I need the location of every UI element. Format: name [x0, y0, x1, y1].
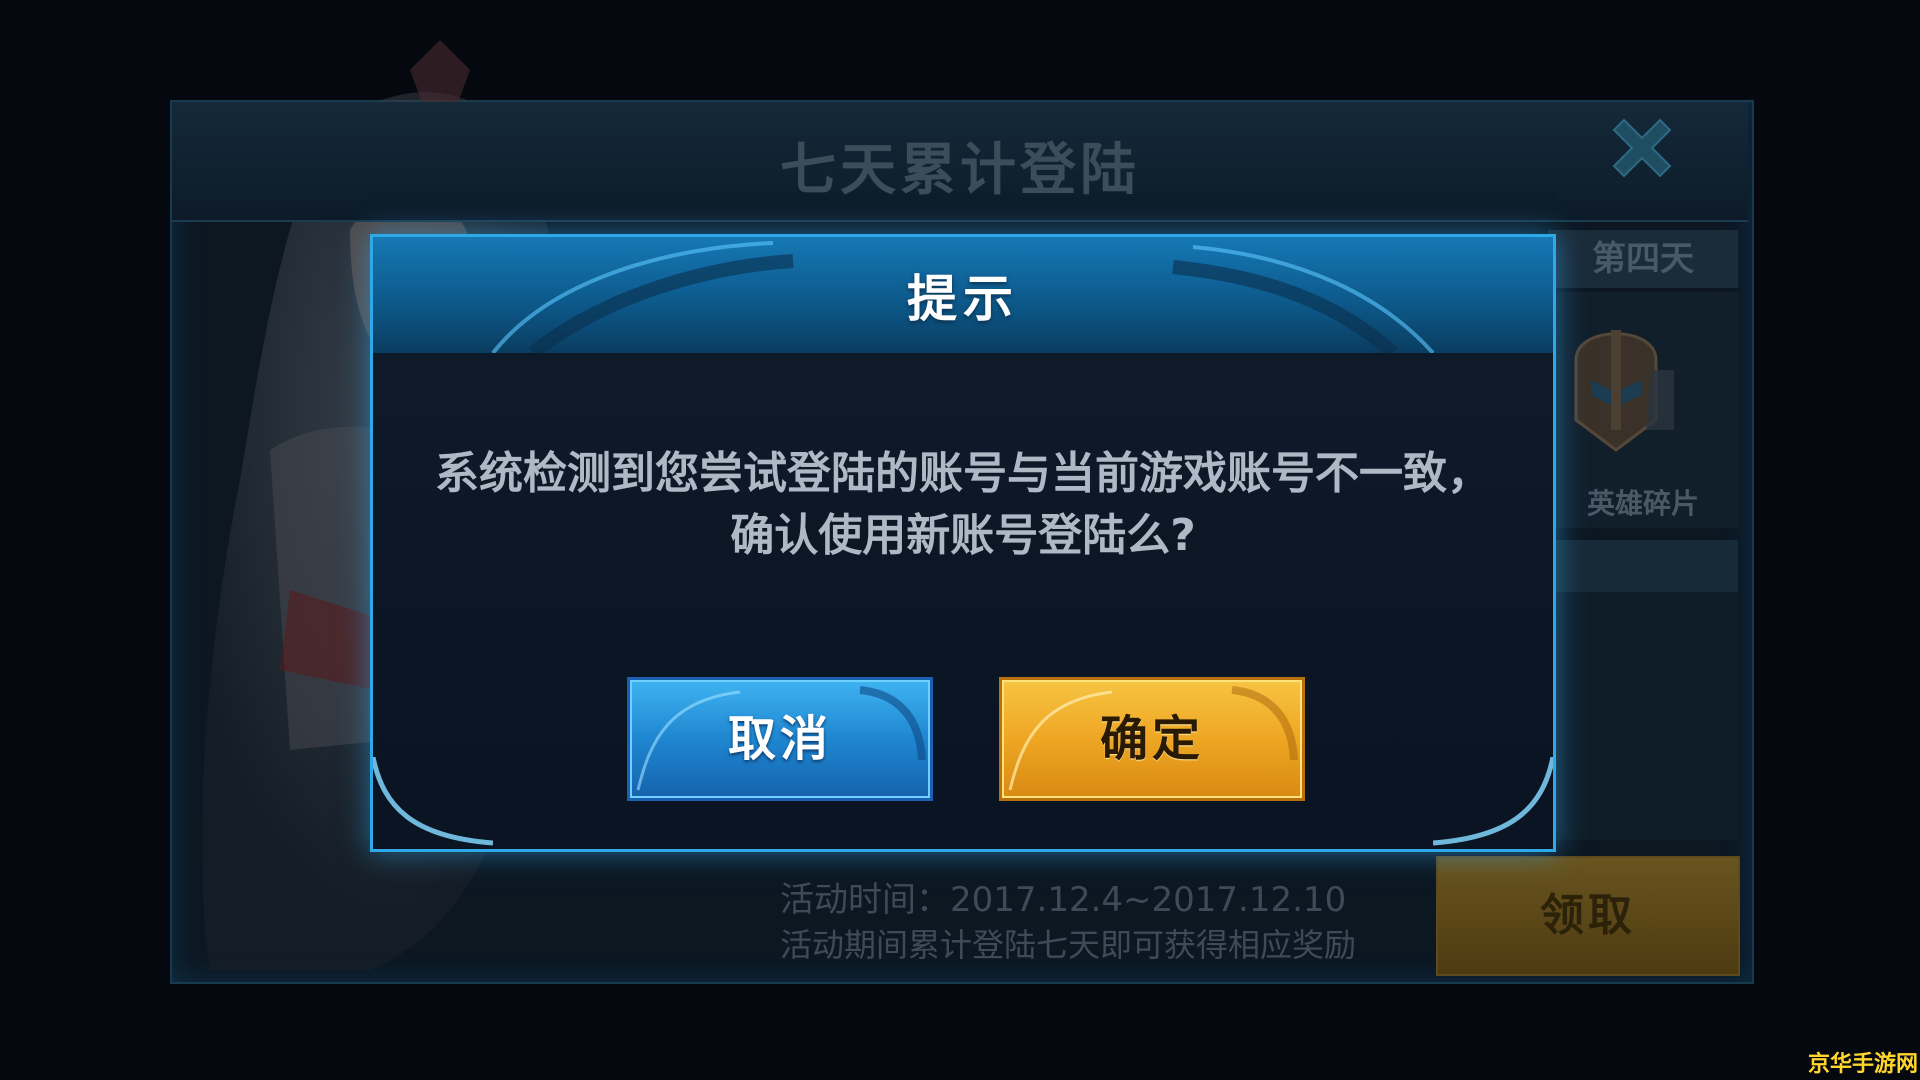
watermark-text: 京华手游网	[1808, 1052, 1919, 1077]
cancel-button[interactable]: 取消	[627, 677, 933, 801]
reward-card-header	[1548, 540, 1738, 592]
confirm-label: 确定	[1099, 711, 1204, 767]
corner-decoration	[1433, 757, 1553, 846]
corner-decoration	[373, 757, 493, 846]
confirm-button[interactable]: 确定	[999, 677, 1305, 801]
background-title: 七天累计登陆	[780, 138, 1140, 203]
dialog-message: 系统检测到您尝试登陆的账号与当前游戏账号不一致， 确认使用新账号登陆么?	[393, 443, 1533, 567]
prompt-dialog: 提示 系统检测到您尝试登陆的账号与当前游戏账号不一致， 确认使用新账号登陆么? …	[370, 234, 1556, 852]
event-time: 活动时间：2017.12.4~2017.12.10	[780, 880, 1347, 920]
day-tab[interactable]: 第四天	[1548, 230, 1738, 288]
helmet-icon	[1574, 330, 1674, 452]
message-line: 确认使用新账号登陆么?	[730, 510, 1196, 561]
dialog-title: 提示	[907, 270, 1019, 328]
close-icon[interactable]	[1602, 108, 1682, 188]
reward-name: 英雄碎片	[1586, 487, 1699, 520]
event-description: 活动期间累计登陆七天即可获得相应奖励	[780, 926, 1357, 964]
message-line: 系统检测到您尝试登陆的账号与当前游戏账号不一致，	[435, 448, 1491, 499]
claim-button[interactable]: 领取	[1436, 856, 1740, 976]
dialog-body	[373, 356, 1553, 849]
cancel-label: 取消	[727, 711, 832, 767]
